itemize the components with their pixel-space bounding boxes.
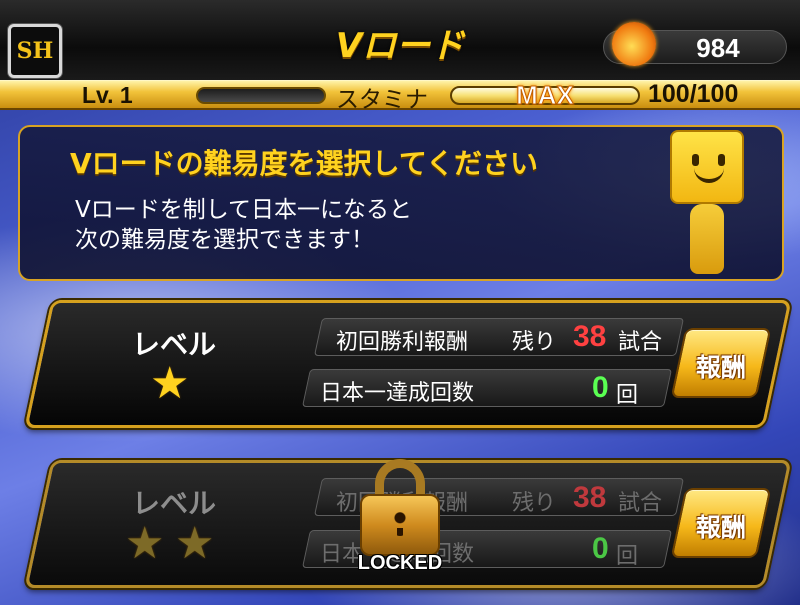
remaining-games: 38 [573,481,607,514]
games-unit: 試合 [618,491,663,516]
stamina-label: スタミナ [336,87,428,113]
count-unit: 回 [616,544,639,569]
level-card-1-label: レベル [132,328,217,361]
flame-ball-icon [612,22,656,66]
championships-label: 日本一達成回数 [320,381,475,406]
locked-label: LOCKED [357,552,443,574]
player-level: Lv. 1 [82,82,133,108]
reward-button-2-label[interactable]: 報酬 [678,508,764,544]
mascot-body [690,204,724,274]
first-win-reward-label: 初回勝利報酬 [336,330,469,355]
games-unit: 試合 [618,330,663,355]
reward-button-1-label[interactable]: 報酬 [678,348,764,384]
level-card-2-label: レベル [132,487,217,520]
star-icon: ★ [175,518,215,569]
info-line-1: Vロードを制して日本一になると [75,197,413,223]
remaining-label: 残り [512,330,557,355]
level-progress-bar [196,87,326,104]
count-unit: 回 [616,383,639,408]
stamina-max-label: MAX [516,80,575,111]
info-heading: Vロードの難易度を選択してください [70,147,538,180]
smiling-box-mascot-icon [670,130,744,204]
keyhole-icon [392,510,408,536]
mascot-left-eye [692,154,699,166]
star-icon: ★ [150,358,190,409]
coin-count: 984 [696,33,740,63]
remaining-label: 残り [512,491,557,516]
remaining-games: 38 [573,320,607,353]
mascot-mouth [694,168,724,183]
info-line-2: 次の難易度を選択できます！ [75,227,374,253]
championships-count: 0 [592,371,609,404]
star-icon: ★ [125,518,165,569]
championships-count: 0 [592,532,609,565]
mascot-right-eye [718,154,725,166]
stamina-value: 100/100 [648,80,739,108]
